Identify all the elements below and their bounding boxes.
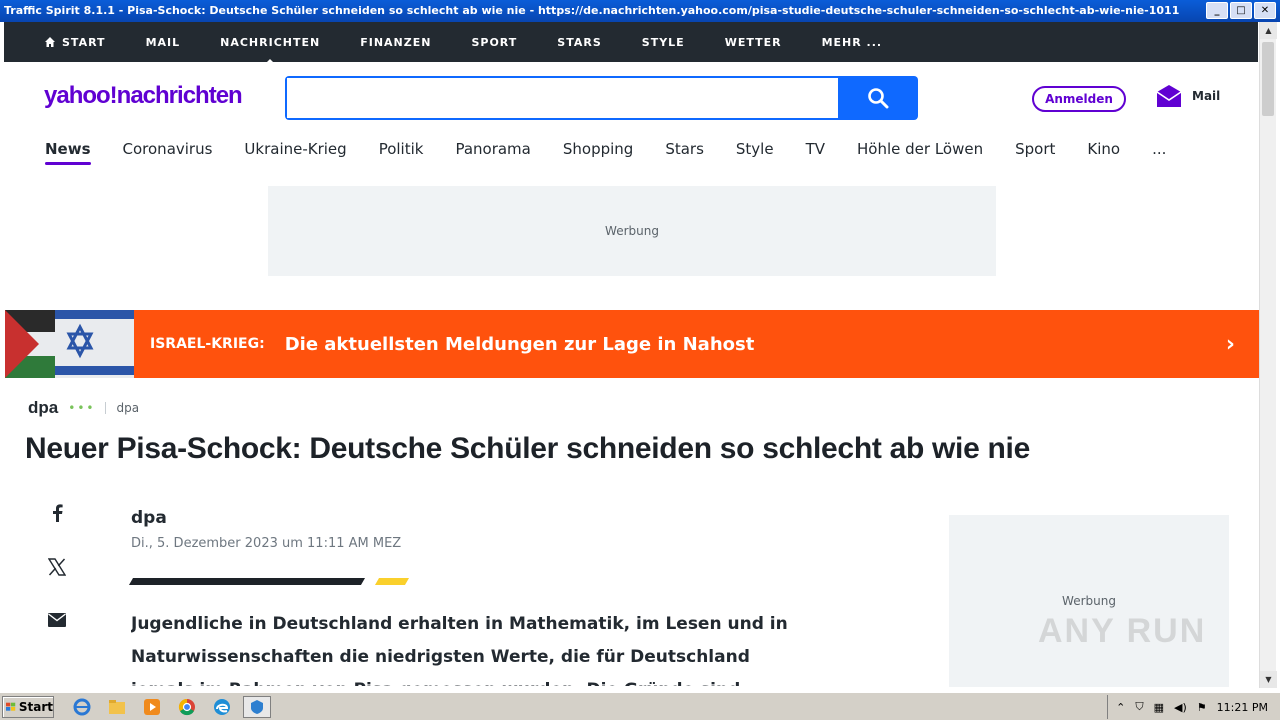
vertical-scrollbar[interactable]: ▲ ▼ [1259, 22, 1277, 688]
traffic-spirit-icon[interactable] [243, 695, 271, 718]
topnav-item-mehr[interactable]: MEHR ... [822, 36, 883, 49]
window-title-bar: Traffic Spirit 8.1.1 - Pisa-Schock: Deut… [0, 0, 1280, 22]
byline: dpa Di., 5. Dezember 2023 um 11:11 AM ME… [131, 508, 401, 551]
cat-coronavirus[interactable]: Coronavirus [123, 140, 213, 164]
ad-label: Werbung [605, 224, 659, 238]
topnav-item-label: MAIL [145, 35, 181, 49]
topnav-item-label: START [62, 35, 106, 49]
search-icon [868, 88, 889, 109]
home-icon [45, 37, 55, 47]
security-shield-icon[interactable]: ⛉ [1135, 700, 1143, 714]
article-date: Di., 5. Dezember 2023 um 11:11 AM MEZ [131, 536, 402, 551]
cat-sport[interactable]: Sport [1015, 140, 1055, 164]
topnav-item-nachrichten[interactable]: NACHRICHTEN [220, 35, 321, 65]
search-box [285, 76, 839, 120]
search-button[interactable] [838, 76, 918, 120]
share-bar [44, 504, 70, 630]
category-navigation: News Coronavirus Ukraine-Krieg Politik P… [45, 140, 1166, 165]
site-header: yahoo!nachrichten Anmelden Mail [4, 62, 1258, 132]
cat-news[interactable]: News [45, 140, 91, 165]
action-center-flag-icon[interactable]: ⚑ [1197, 701, 1207, 714]
internet-explorer-icon[interactable] [68, 696, 96, 718]
ad-sidebar[interactable]: Werbung [949, 515, 1229, 687]
tray-expand-icon[interactable]: ⌃ [1116, 701, 1125, 714]
topnav-item-wetter[interactable]: WETTER [725, 36, 782, 49]
dpa-logo-dots: ••• [68, 401, 96, 415]
cat-ukraine-krieg[interactable]: Ukraine-Krieg [244, 140, 346, 164]
volume-icon[interactable]: ◀) [1174, 701, 1187, 714]
start-button[interactable]: Start [2, 695, 54, 718]
topnav-item-label: SPORT [471, 35, 518, 49]
topnav-item-stars[interactable]: STARS [557, 36, 601, 49]
chrome-icon[interactable] [173, 696, 201, 718]
x-twitter-icon[interactable] [44, 558, 70, 576]
topnav-item-label: FINANZEN [360, 35, 432, 49]
edge-icon[interactable] [208, 696, 236, 718]
yahoo-nachrichten-logo[interactable]: yahoo!nachrichten [44, 82, 243, 110]
banner-headline: Die aktuellsten Meldungen zur Lage in Na… [284, 333, 755, 355]
topnav-item-start[interactable]: START [44, 36, 106, 49]
cat-panorama[interactable]: Panorama [455, 140, 530, 164]
byline-divider [128, 578, 366, 585]
cat-shopping[interactable]: Shopping [563, 140, 633, 164]
topnav-item-label: STYLE [641, 35, 685, 49]
flag-image [5, 310, 134, 378]
article-author[interactable]: dpa [131, 508, 401, 528]
anyrun-watermark: ANY RUN [1038, 612, 1207, 650]
scroll-thumb[interactable] [1262, 42, 1274, 116]
topnav-item-label: WETTER [724, 35, 782, 49]
cat-style[interactable]: Style [736, 140, 774, 164]
topnav-item-label: NACHRICHTEN [220, 35, 321, 49]
mail-link[interactable]: Mail [1156, 84, 1220, 108]
topnav-item-label: STARS [557, 35, 602, 49]
windows-logo-icon [6, 702, 16, 711]
cat-politik[interactable]: Politik [379, 140, 424, 164]
window-title: Traffic Spirit 8.1.1 - Pisa-Schock: Deut… [4, 4, 1180, 17]
chevron-right-icon: › [1225, 332, 1235, 357]
windows-taskbar: Start ⌃ ⛉ ▦ ◀) ⚑ 11:21 PM [0, 692, 1280, 720]
search-input[interactable] [287, 78, 839, 118]
scroll-down-arrow-icon[interactable]: ▼ [1260, 671, 1277, 688]
banner-tag: ISRAEL-KRIEG: [150, 336, 265, 352]
cat-hoehle-der-loewen[interactable]: Höhle der Löwen [857, 140, 983, 164]
mail-label: Mail [1192, 89, 1221, 103]
mail-envelope-icon [1156, 85, 1182, 107]
minimize-button[interactable]: _ [1206, 2, 1228, 19]
ad-label: Werbung [1062, 594, 1116, 608]
article-lead: Jugendliche in Deutschland erhalten in M… [131, 614, 788, 686]
media-player-icon[interactable] [138, 696, 166, 718]
start-label: Start [18, 699, 53, 714]
scroll-up-arrow-icon[interactable]: ▲ [1260, 22, 1277, 39]
topnav-item-style[interactable]: STYLE [642, 36, 685, 49]
breaking-news-banner[interactable]: ISRAEL-KRIEG: Die aktuellsten Meldungen … [5, 310, 1259, 378]
clock[interactable]: 11:21 PM [1217, 701, 1268, 714]
cat-tv[interactable]: TV [806, 140, 825, 164]
close-button[interactable]: ✕ [1254, 2, 1276, 19]
facebook-icon[interactable] [44, 504, 70, 522]
email-share-icon[interactable] [44, 612, 70, 630]
dpa-logo: dpa [28, 398, 59, 417]
byline-divider-accent [374, 578, 410, 585]
maximize-button[interactable]: □ [1230, 2, 1252, 19]
cat-stars[interactable]: Stars [665, 140, 704, 164]
signin-button[interactable]: Anmelden [1032, 86, 1126, 112]
topnav-item-finanzen[interactable]: FINANZEN [360, 36, 431, 49]
file-explorer-icon[interactable] [103, 696, 131, 718]
topnav-item-mail[interactable]: MAIL [146, 36, 181, 49]
topnav-item-sport[interactable]: SPORT [471, 36, 517, 49]
article-title: Neuer Pisa-Schock: Deutsche Schüler schn… [25, 432, 1030, 465]
top-navigation: START MAIL NACHRICHTEN FINANZEN SPORT ST… [4, 22, 1258, 65]
ad-banner-top[interactable]: Werbung [268, 186, 996, 276]
article-provider[interactable]: dpa ••• dpa [28, 398, 139, 418]
cat-more[interactable]: ... [1152, 140, 1166, 164]
network-icon[interactable]: ▦ [1154, 701, 1164, 714]
cat-kino[interactable]: Kino [1087, 140, 1120, 164]
provider-divider [105, 402, 107, 414]
system-tray: ⌃ ⛉ ▦ ◀) ⚑ 11:21 PM [1107, 695, 1280, 719]
topnav-item-label: MEHR ... [821, 35, 883, 49]
provider-name: dpa [116, 401, 140, 415]
